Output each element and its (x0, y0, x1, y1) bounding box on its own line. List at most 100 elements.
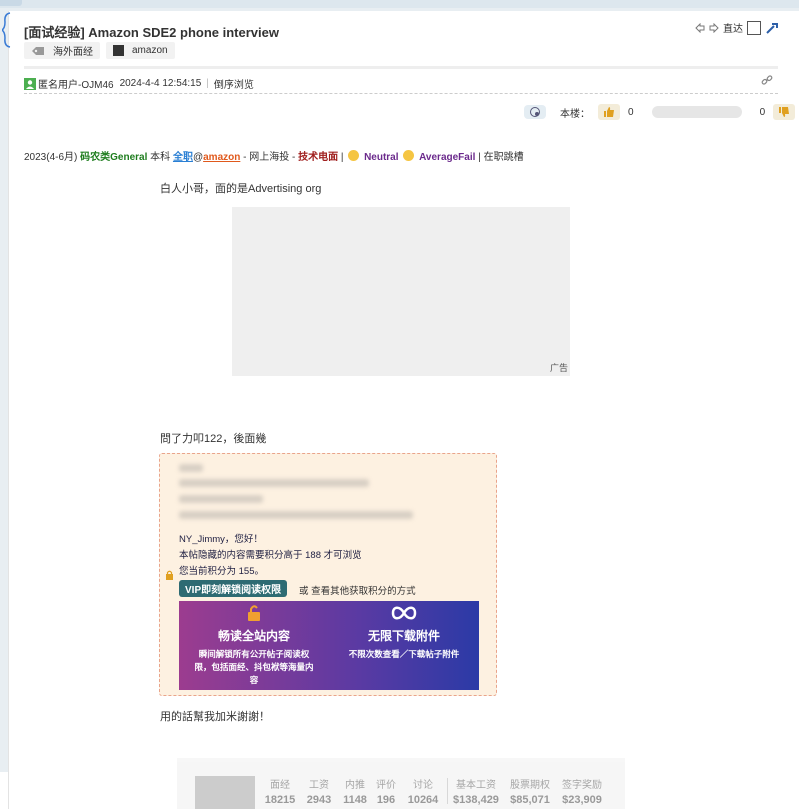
vip-promo-banner[interactable]: 畅读全站内容 瞬间解锁所有公开帖子阅读权限，包括面经、抖包袱等海量内容 无限下载… (179, 601, 479, 690)
company-link[interactable]: amazon (203, 152, 240, 163)
job-status: | 在职跳槽 (478, 152, 524, 163)
unlock-icon (248, 605, 260, 621)
stat-value: 2943 (306, 794, 332, 806)
stat-interviews[interactable]: 面经 18215 (263, 776, 297, 806)
content-paragraph: 白人小哥，面的是Advertising org (160, 183, 322, 195)
vote-ratio-bar (651, 106, 742, 118)
post-nav: 直达 (695, 20, 779, 35)
stat-value: 196 (376, 794, 396, 806)
jump-icon[interactable] (765, 21, 779, 35)
promo-right-desc: 不限次数查看／下载帖子附件 (348, 649, 460, 659)
stat-salary[interactable]: 工资 2943 (301, 776, 337, 806)
tag-label: amazon (132, 45, 168, 56)
prev-arrow-icon[interactable] (695, 22, 705, 33)
tag-overseas[interactable]: 海外面经 (24, 42, 100, 59)
stat-label: 签字奖励 (562, 780, 602, 791)
neutral-emoji-icon (348, 150, 360, 161)
job-type-link[interactable]: 全职 (173, 152, 193, 163)
content-paragraph: 問了力叩122，後面幾 (160, 433, 267, 445)
promo-read-all: 畅读全站内容 瞬间解锁所有公开帖子阅读权限，包括面经、抖包袱等海量内容 (179, 601, 329, 690)
neutral-emoji-icon (403, 150, 415, 161)
degree: 本科 (150, 152, 171, 163)
interview-type: 技术电面 (298, 152, 339, 163)
stat-referral[interactable]: 内推 1148 (339, 776, 371, 806)
interview-info: 2023(4-6月) 码农类General 本科 全职@amazon - 网上海… (24, 148, 524, 163)
floor-label: 本楼： (560, 108, 590, 120)
result: AverageFail (419, 152, 476, 163)
ad-label: 广告 (549, 363, 568, 373)
thumbs-up-icon[interactable] (598, 104, 620, 120)
separator: | (338, 152, 347, 163)
hidden-content-box: NY_Jimmy，您好！ 本帖隐藏的内容需要积分高于 188 才可浏览 您当前积… (159, 453, 497, 696)
down-count: 0 (759, 106, 766, 118)
up-count: 0 (628, 106, 634, 118)
left-bracket-icon (2, 12, 11, 48)
vote-bar: 本楼： 0 0 (524, 104, 796, 120)
left-gutter (0, 772, 8, 809)
stat-label: 基本工资 (456, 780, 496, 791)
promo-left-desc: 瞬间解锁所有公开帖子阅读权限，包括面经、抖包袱等海量内容 (194, 649, 314, 685)
blurred-text (179, 511, 413, 519)
stat-label: 讨论 (413, 780, 433, 791)
blurred-text (179, 479, 369, 487)
company-stats-card[interactable]: 面经 18215 工资 2943 内推 1148 评价 196 讨论 10264 基本工资… (177, 758, 625, 809)
tag-icon (32, 46, 44, 55)
divider (24, 66, 778, 69)
stat-stock[interactable]: 股票期权 $85,071 (505, 776, 555, 806)
stat-label: 内推 (345, 780, 365, 791)
ad-slot[interactable]: 广告 (232, 207, 570, 376)
thumbs-down-icon[interactable] (773, 104, 796, 120)
vip-unlock-button[interactable]: VIP即刻解锁阅读权限 (179, 580, 288, 597)
promo-download: 无限下载附件 不限次数查看／下载帖子附件 (329, 601, 479, 690)
floor-input[interactable] (747, 20, 761, 35)
author-name[interactable]: 匿名用户-OJM46 (38, 76, 114, 91)
post-meta: 匿名用户-OJM46 2024-4-4 12:54:15 | 倒序浏览 (24, 76, 254, 91)
blurred-text (179, 495, 263, 503)
period: 2023(4-6月) (24, 152, 78, 163)
stat-base-salary[interactable]: 基本工资 $138,429 (449, 776, 503, 806)
separator: - (289, 152, 299, 163)
company-logo (195, 776, 255, 809)
content-paragraph: 用的話幫我加米謝謝！ (160, 711, 270, 723)
reverse-order-link[interactable]: 倒序浏览 (214, 76, 254, 91)
requirement-text: 本帖隐藏的内容需要积分高于 188 才可浏览 (179, 550, 362, 561)
amazon-logo-icon (113, 45, 124, 56)
link-icon[interactable] (761, 74, 773, 86)
stat-label: 工资 (309, 780, 329, 791)
stat-bonus[interactable]: 签字奖励 $23,909 (557, 776, 607, 806)
promo-left-title: 畅读全站内容 (217, 629, 290, 643)
stat-value: $138,429 (453, 794, 499, 806)
stat-value: 18215 (264, 794, 296, 806)
infinity-icon (391, 606, 417, 620)
share-icon[interactable] (524, 105, 546, 119)
stat-discussions[interactable]: 讨论 10264 (404, 776, 442, 806)
greeting-text: NY_Jimmy，您好！ (179, 534, 263, 545)
at-sign: @ (192, 152, 204, 163)
stat-divider (447, 778, 448, 804)
blurred-text (179, 464, 203, 472)
top-strip (0, 0, 799, 8)
category-link[interactable]: 码农类General (80, 152, 147, 163)
next-arrow-icon[interactable] (709, 22, 719, 33)
stat-value: 1148 (343, 794, 367, 806)
post-title: [面试经验] Amazon SDE2 phone interview (24, 25, 279, 40)
dashed-divider (24, 93, 778, 94)
feeling: Neutral (364, 152, 399, 163)
direct-label[interactable]: 直达 (723, 20, 743, 35)
meta-separator: | (206, 78, 209, 89)
tag-amazon[interactable]: amazon (106, 42, 175, 59)
tag-list: 海外面经 amazon (24, 42, 175, 59)
stat-label: 股票期权 (510, 780, 550, 791)
stat-value: $23,909 (562, 794, 602, 806)
stat-value: 10264 (407, 794, 439, 806)
stat-reviews[interactable]: 评价 196 (371, 776, 401, 806)
separator: - (240, 152, 250, 163)
stat-label: 面经 (270, 780, 290, 791)
top-tab[interactable] (0, 0, 22, 6)
stat-label: 评价 (376, 780, 396, 791)
other-ways-link[interactable]: 或 查看其他获取积分的方式 (299, 583, 416, 597)
stat-value: $85,071 (510, 794, 550, 806)
post-datetime: 2024-4-4 12:54:15 (119, 78, 202, 89)
tag-label: 海外面经 (53, 47, 93, 58)
promo-right-title: 无限下载附件 (367, 629, 440, 643)
